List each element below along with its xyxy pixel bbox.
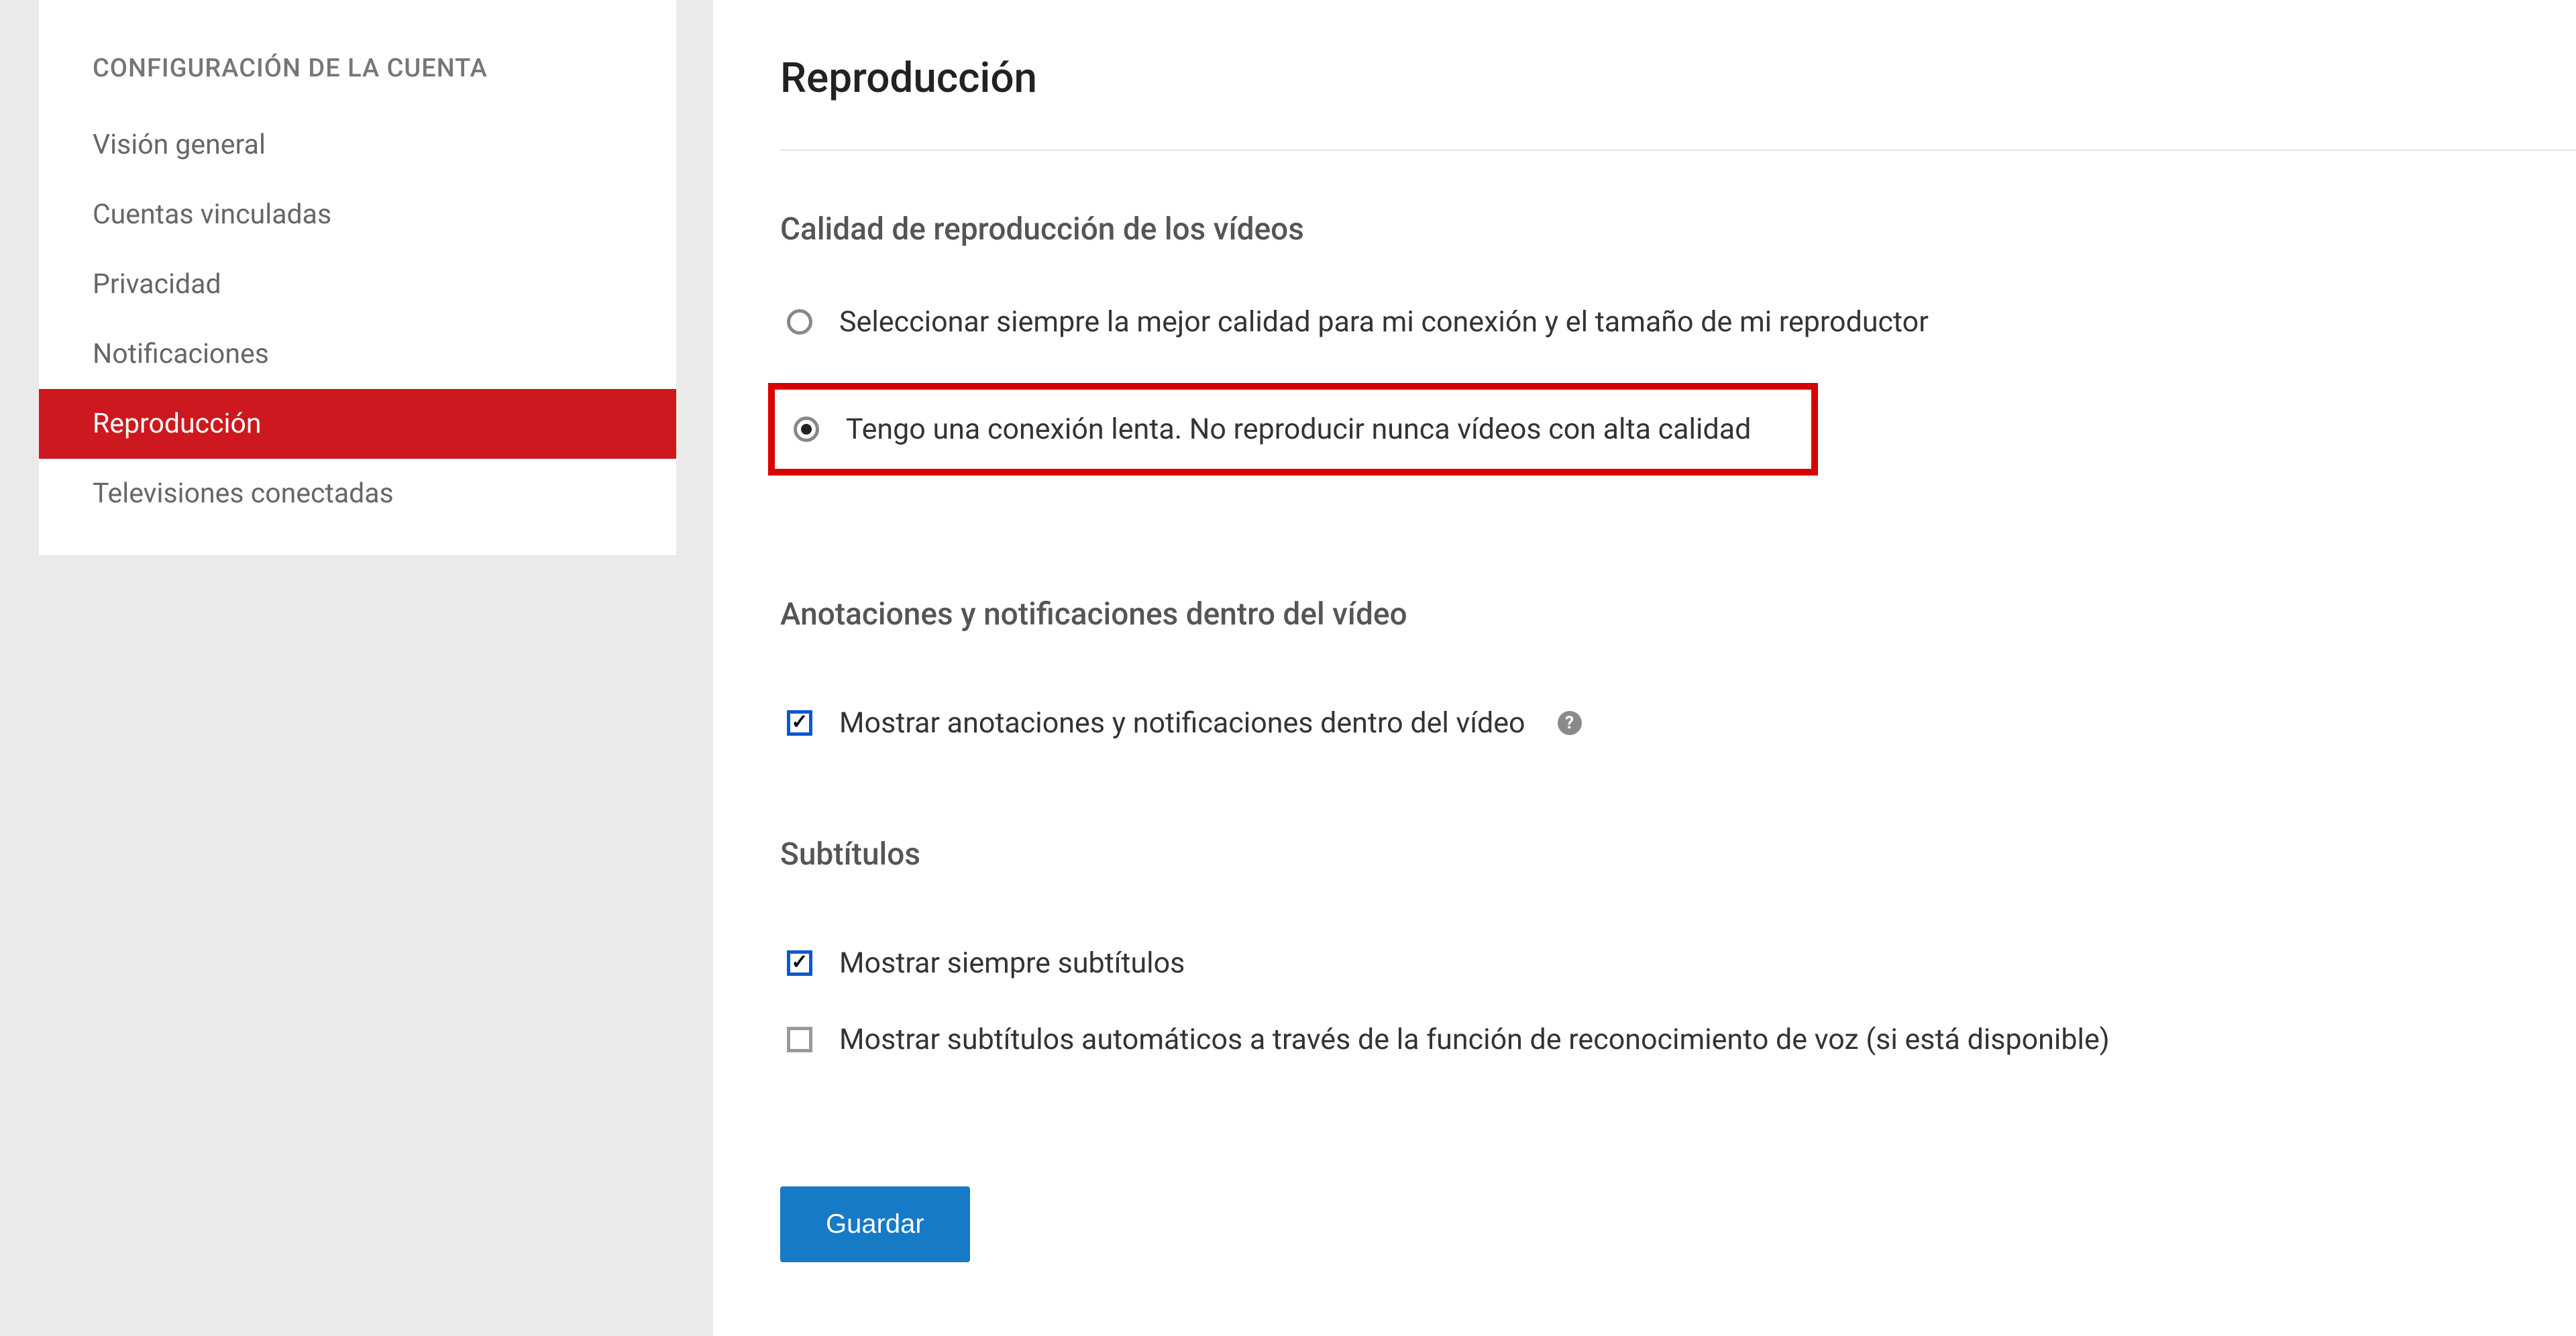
checkbox-icon — [787, 950, 812, 976]
page-title: Reproducción — [780, 54, 2576, 150]
subtitles-auto-row[interactable]: Mostrar subtítulos automáticos a través … — [780, 1016, 2576, 1072]
sidebar-item-label: Cuentas vinculadas — [93, 199, 331, 231]
sidebar: CONFIGURACIÓN DE LA CUENTA Visión genera… — [39, 0, 676, 555]
subtitles-always-label: Mostrar siempre subtítulos — [839, 946, 1185, 980]
radio-icon[interactable] — [794, 416, 819, 442]
section-subtitles-heading: Subtítulos — [780, 836, 2576, 873]
quality-option-label: Tengo una conexión lenta. No reproducir … — [846, 412, 1751, 446]
annotations-checkbox-row[interactable]: Mostrar anotaciones y notificaciones den… — [780, 700, 2576, 756]
checkbox-icon — [787, 1027, 812, 1052]
radio-icon — [787, 309, 812, 335]
sidebar-item-privacy[interactable]: Privacidad — [39, 249, 676, 319]
quality-option-label: Seleccionar siempre la mejor calidad par… — [839, 305, 1929, 339]
subtitles-auto-label: Mostrar subtítulos automáticos a través … — [839, 1023, 2110, 1056]
save-button[interactable]: Guardar — [780, 1186, 970, 1262]
sidebar-header: CONFIGURACIÓN DE LA CUENTA — [39, 54, 676, 110]
main-content: Reproducción Calidad de reproducción de … — [713, 0, 2576, 1336]
quality-option-slow-highlight: Tengo una conexión lenta. No reproducir … — [768, 383, 1818, 476]
quality-option-best[interactable]: Seleccionar siempre la mejor calidad par… — [780, 288, 2576, 356]
sidebar-item-connected-tvs[interactable]: Televisiones conectadas — [39, 459, 676, 528]
section-quality-heading: Calidad de reproducción de los vídeos — [780, 211, 2576, 247]
section-annotations-heading: Anotaciones y notificaciones dentro del … — [780, 596, 2576, 632]
sidebar-item-label: Televisiones conectadas — [93, 478, 394, 510]
sidebar-item-label: Reproducción — [93, 408, 262, 440]
divider — [780, 150, 2576, 151]
subtitles-always-row[interactable]: Mostrar siempre subtítulos — [780, 940, 2576, 996]
help-icon[interactable]: ? — [1558, 711, 1582, 735]
sidebar-item-label: Visión general — [93, 129, 266, 161]
sidebar-item-linked-accounts[interactable]: Cuentas vinculadas — [39, 180, 676, 249]
sidebar-item-overview[interactable]: Visión general — [39, 110, 676, 180]
checkbox-icon — [787, 710, 812, 736]
section-subtitles: Subtítulos Mostrar siempre subtítulos Mo… — [780, 836, 2576, 1072]
section-annotations: Anotaciones y notificaciones dentro del … — [780, 596, 2576, 756]
section-quality: Calidad de reproducción de los vídeos Se… — [780, 211, 2576, 502]
annotations-checkbox-label: Mostrar anotaciones y notificaciones den… — [839, 706, 1525, 740]
sidebar-item-label: Privacidad — [93, 268, 221, 300]
sidebar-item-label: Notificaciones — [93, 338, 269, 370]
sidebar-item-playback[interactable]: Reproducción — [39, 389, 676, 459]
sidebar-item-notifications[interactable]: Notificaciones — [39, 319, 676, 389]
